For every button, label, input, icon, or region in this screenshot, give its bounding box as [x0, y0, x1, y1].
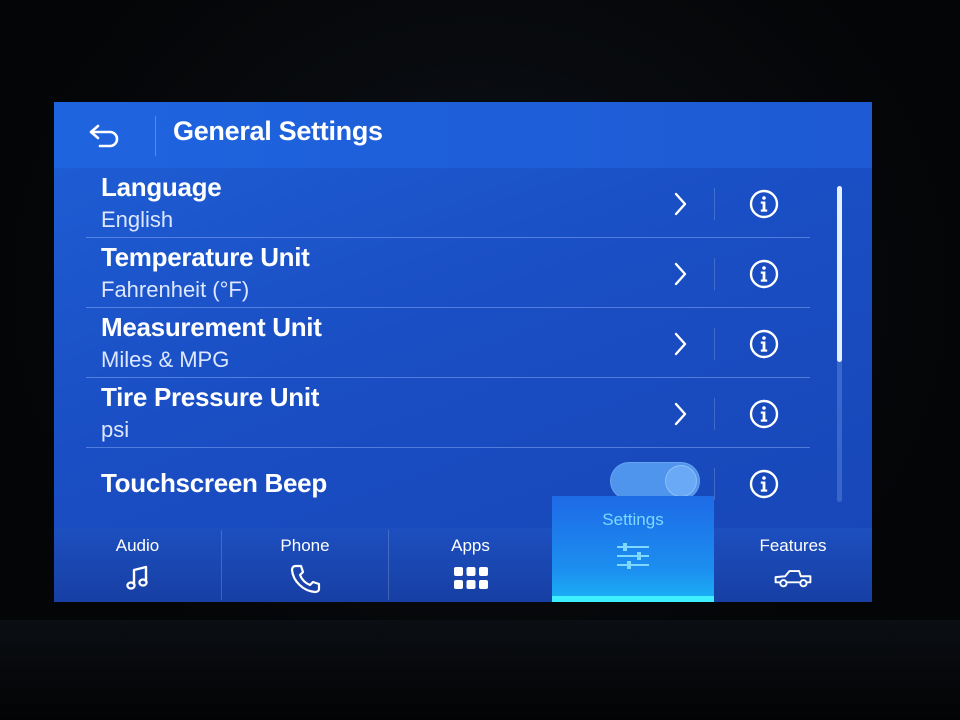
page-title: General Settings [173, 116, 383, 146]
setting-row-measurement-unit[interactable]: Measurement Unit Miles & MPG [86, 308, 842, 378]
column-divider [714, 258, 715, 290]
info-button[interactable] [746, 256, 782, 292]
info-icon [749, 329, 779, 359]
header-divider [155, 116, 156, 156]
settings-list: Language English Temperature Unit Fahren… [86, 168, 842, 518]
info-button[interactable] [746, 466, 782, 502]
info-icon [749, 259, 779, 289]
info-icon [749, 189, 779, 219]
setting-value: English [101, 207, 174, 232]
beep-toggle-switch[interactable] [610, 462, 700, 500]
setting-title: Touchscreen Beep [101, 468, 327, 498]
setting-row-tire-pressure-unit[interactable]: Tire Pressure Unit psi [86, 378, 842, 448]
chevron-right-icon[interactable] [662, 326, 698, 362]
active-tab-indicator [552, 596, 714, 602]
column-divider [714, 328, 715, 360]
info-button[interactable] [746, 396, 782, 432]
nav-label: Apps [451, 536, 490, 555]
nav-tab-features[interactable]: Features [714, 528, 872, 602]
info-button[interactable] [746, 186, 782, 222]
chevron-right-icon[interactable] [662, 256, 698, 292]
column-divider [714, 188, 715, 220]
chevron-right-icon[interactable] [662, 186, 698, 222]
dashboard-trim [0, 620, 960, 720]
bottom-nav-bar: Audio Phone Apps Features [54, 528, 872, 602]
back-arrow-icon [89, 124, 119, 148]
column-divider [714, 398, 715, 430]
back-button[interactable] [74, 112, 136, 158]
info-icon [749, 469, 779, 499]
setting-value: Fahrenheit (°F) [101, 277, 250, 302]
setting-title: Temperature Unit [101, 242, 310, 272]
nav-label: Features [759, 536, 827, 555]
settings-sliders-icon [613, 540, 653, 572]
setting-row-temperature-unit[interactable]: Temperature Unit Fahrenheit (°F) [86, 238, 842, 308]
info-icon [749, 399, 779, 429]
music-note-icon [118, 562, 158, 594]
setting-row-language[interactable]: Language English [86, 168, 842, 238]
nav-tab-phone[interactable]: Phone [222, 528, 388, 602]
scrollbar-thumb[interactable] [837, 186, 842, 362]
nav-tab-apps[interactable]: Apps [389, 528, 552, 602]
infotainment-screen: General Settings Language English Temper… [54, 102, 872, 602]
setting-value: psi [101, 417, 130, 442]
info-button[interactable] [746, 326, 782, 362]
apps-grid-icon [451, 562, 491, 594]
phone-icon [285, 562, 325, 594]
setting-title: Language [101, 172, 222, 202]
nav-label: Phone [280, 536, 330, 555]
truck-icon [773, 562, 813, 594]
nav-tab-settings[interactable]: Settings [552, 496, 714, 602]
header-bar: General Settings [54, 102, 872, 168]
chevron-right-icon[interactable] [662, 396, 698, 432]
setting-row-touchscreen-beep[interactable]: Touchscreen Beep [86, 448, 842, 518]
toggle-knob [665, 465, 697, 497]
column-divider [714, 468, 715, 500]
nav-tab-audio[interactable]: Audio [54, 528, 221, 602]
setting-value: Miles & MPG [101, 347, 230, 372]
scrollbar[interactable] [837, 186, 842, 502]
setting-title: Tire Pressure Unit [101, 382, 320, 412]
nav-label: Audio [115, 536, 160, 555]
setting-title: Measurement Unit [101, 312, 322, 342]
nav-label: Settings [602, 510, 664, 529]
